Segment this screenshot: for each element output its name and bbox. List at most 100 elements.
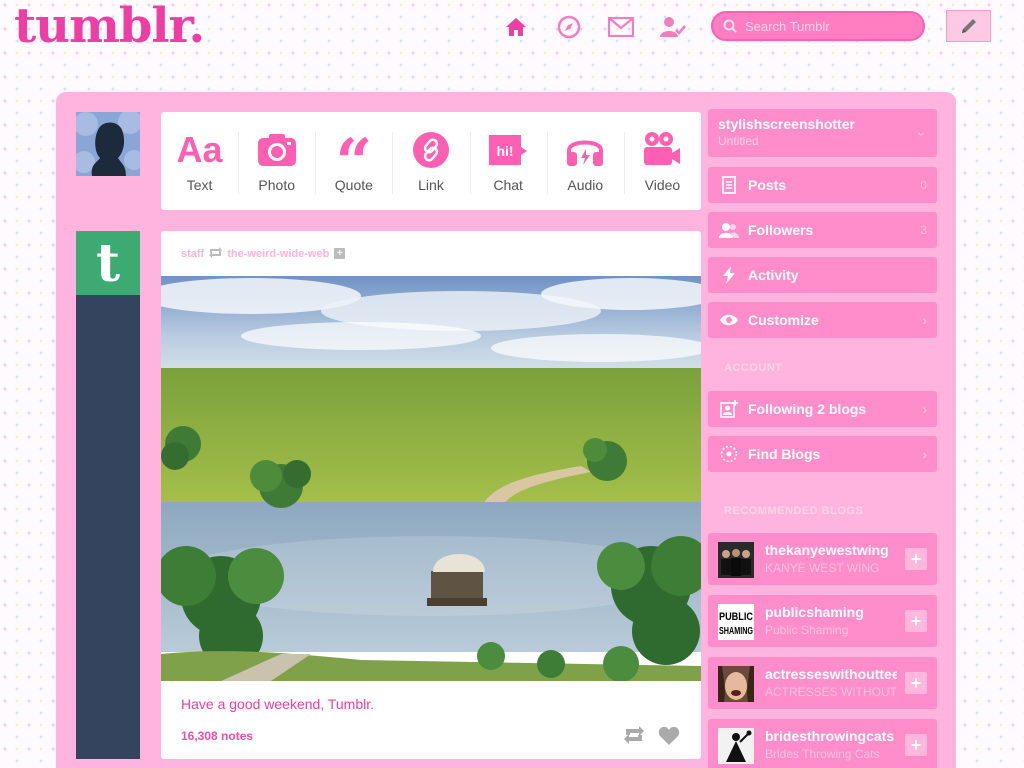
reblog-small-icon — [208, 246, 223, 261]
recommended-blog-name: actresseswithoutteeth — [765, 666, 897, 682]
video-camera-icon — [642, 129, 682, 171]
post-type-chat[interactable]: hi! Chat — [469, 112, 547, 210]
camera-icon — [257, 129, 297, 171]
blog-thumbnail — [718, 542, 754, 578]
pencil-icon — [961, 19, 976, 33]
recommended-blog-name: publicshaming — [765, 604, 864, 620]
follow-source-button[interactable]: + — [334, 248, 346, 259]
follow-button[interactable]: + — [905, 672, 927, 694]
post-type-label: Audio — [567, 177, 604, 193]
link-icon — [412, 129, 450, 171]
lightning-icon — [718, 266, 740, 284]
blog-thumbnail — [718, 666, 754, 702]
home-icon[interactable] — [503, 14, 529, 40]
blog-thumbnail: PUBLIC SHAMING — [718, 604, 754, 640]
thumb-text-shaming: SHAMING — [719, 626, 753, 637]
follow-button[interactable]: + — [905, 548, 927, 570]
sidebar-item-find-blogs[interactable]: Find Blogs › — [708, 436, 937, 472]
reblogger-link[interactable]: staff — [181, 248, 204, 260]
sidebar-item-following[interactable]: Following 2 blogs › — [708, 391, 937, 427]
recommended-blog-title: Brides Throwing Cats — [765, 747, 880, 761]
post-type-label: Video — [644, 177, 681, 193]
recommended-blog-name: thekanyewestwing — [765, 542, 889, 558]
recommended-blog[interactable]: actresseswithoutteeth ACTRESSES WITHOUT … — [708, 657, 937, 709]
sidebar-item-label: Customize — [748, 312, 819, 328]
sidebar-item-label: Activity — [748, 267, 799, 283]
chevron-down-icon: ⌄ — [915, 123, 927, 139]
avatar[interactable] — [76, 112, 140, 176]
compose-button[interactable] — [946, 10, 991, 42]
recommended-blog-title: KANYE WEST WING — [765, 561, 880, 575]
post-header: staff the-weird-wide-web + — [161, 231, 701, 276]
blog-thumbnail — [718, 728, 754, 764]
search-placeholder: Search Tumblr — [745, 18, 830, 34]
compass-icon — [718, 445, 740, 463]
tumblr-t-icon[interactable]: t — [76, 231, 140, 295]
post-type-text[interactable]: Aa Text — [161, 112, 238, 210]
sidebar-item-label: Posts — [748, 177, 787, 193]
post-type-label: Text — [186, 177, 213, 193]
headphones-icon — [565, 129, 605, 171]
chat-glyph: hi! — [497, 143, 514, 159]
chevron-right-icon: › — [922, 446, 927, 462]
document-icon — [718, 176, 740, 194]
blog-subtitle: Untitled — [718, 134, 759, 148]
account-heading: ACCOUNT — [724, 362, 783, 374]
recommended-blog-title: Public Shaming — [765, 623, 849, 637]
sidebar-item-customize[interactable]: Customize › — [708, 302, 937, 338]
following-icon — [718, 400, 740, 418]
follow-button[interactable]: + — [905, 734, 927, 756]
post-type-label: Photo — [258, 177, 295, 193]
search-input[interactable]: Search Tumblr — [711, 11, 925, 41]
reblog-button[interactable] — [623, 726, 645, 749]
thumb-text-public: PUBLIC — [719, 611, 753, 623]
source-blog-link[interactable]: the-weird-wide-web — [227, 248, 329, 260]
post-type-photo[interactable]: Photo — [238, 112, 315, 210]
recommended-blog[interactable]: bridesthrowingcats Brides Throwing Cats … — [708, 719, 937, 768]
text-icon: Aa — [176, 129, 223, 170]
tumblr-dashboard-sidebar — [76, 231, 140, 759]
recommended-blog-title: ACTRESSES WITHOUT TEETH — [765, 685, 897, 699]
chevron-right-icon: › — [922, 312, 927, 328]
reblog-icon — [624, 726, 644, 744]
post-type-audio[interactable]: Audio — [546, 112, 624, 210]
post-photo[interactable] — [161, 276, 701, 681]
post-type-label: Chat — [493, 177, 523, 193]
recommended-blog-name: bridesthrowingcats — [765, 728, 895, 744]
post-type-quote[interactable]: “ Quote — [315, 112, 392, 210]
blog-name: stylishscreenshotter — [718, 116, 855, 132]
posts-count: 0 — [920, 178, 927, 192]
followers-icon — [718, 222, 740, 238]
follow-button[interactable]: + — [905, 610, 927, 632]
post-type-label: Link — [418, 177, 444, 193]
tumblr-logo[interactable]: tumblr. — [14, 0, 205, 54]
recommended-blog[interactable]: thekanyewestwing KANYE WEST WING + — [708, 533, 937, 585]
explore-icon[interactable] — [556, 14, 582, 40]
post-type-video[interactable]: Video — [623, 112, 701, 210]
sidebar-item-posts[interactable]: Posts 0 — [708, 167, 937, 203]
blog-selector[interactable]: stylishscreenshotter Untitled ⌄ — [708, 109, 937, 157]
inbox-icon[interactable] — [608, 14, 634, 40]
chevron-right-icon: › — [922, 401, 927, 417]
post-type-label: Quote — [334, 177, 373, 193]
search-icon — [723, 19, 737, 33]
followers-count: 3 — [920, 223, 927, 237]
sidebar-item-activity[interactable]: Activity — [708, 257, 937, 293]
post-type-link[interactable]: Link — [392, 112, 469, 210]
heart-icon — [658, 726, 680, 745]
like-button[interactable] — [658, 726, 680, 751]
chat-icon: hi! — [487, 129, 529, 171]
post-type-bar: Aa Text Photo “ Quote Link hi! Chat Audi… — [161, 112, 701, 210]
eye-icon — [718, 313, 740, 327]
post-card: staff the-weird-wide-web + Have a good w… — [161, 231, 701, 759]
recommended-blog[interactable]: PUBLIC SHAMING publicshaming Public Shami… — [708, 595, 937, 647]
post-caption: Have a good weekend, Tumblr. — [181, 696, 375, 712]
sidebar-item-label: Followers — [748, 222, 814, 238]
sidebar-item-label: Find Blogs — [748, 446, 821, 462]
sidebar-item-label: Following 2 blogs — [748, 401, 867, 417]
post-notes[interactable]: 16,308 notes — [181, 729, 253, 743]
activity-icon[interactable] — [660, 14, 686, 40]
recommended-heading: RECOMMENDED BLOGS — [724, 505, 864, 517]
sidebar-item-followers[interactable]: Followers 3 — [708, 212, 937, 248]
quote-icon: “ — [335, 125, 373, 200]
